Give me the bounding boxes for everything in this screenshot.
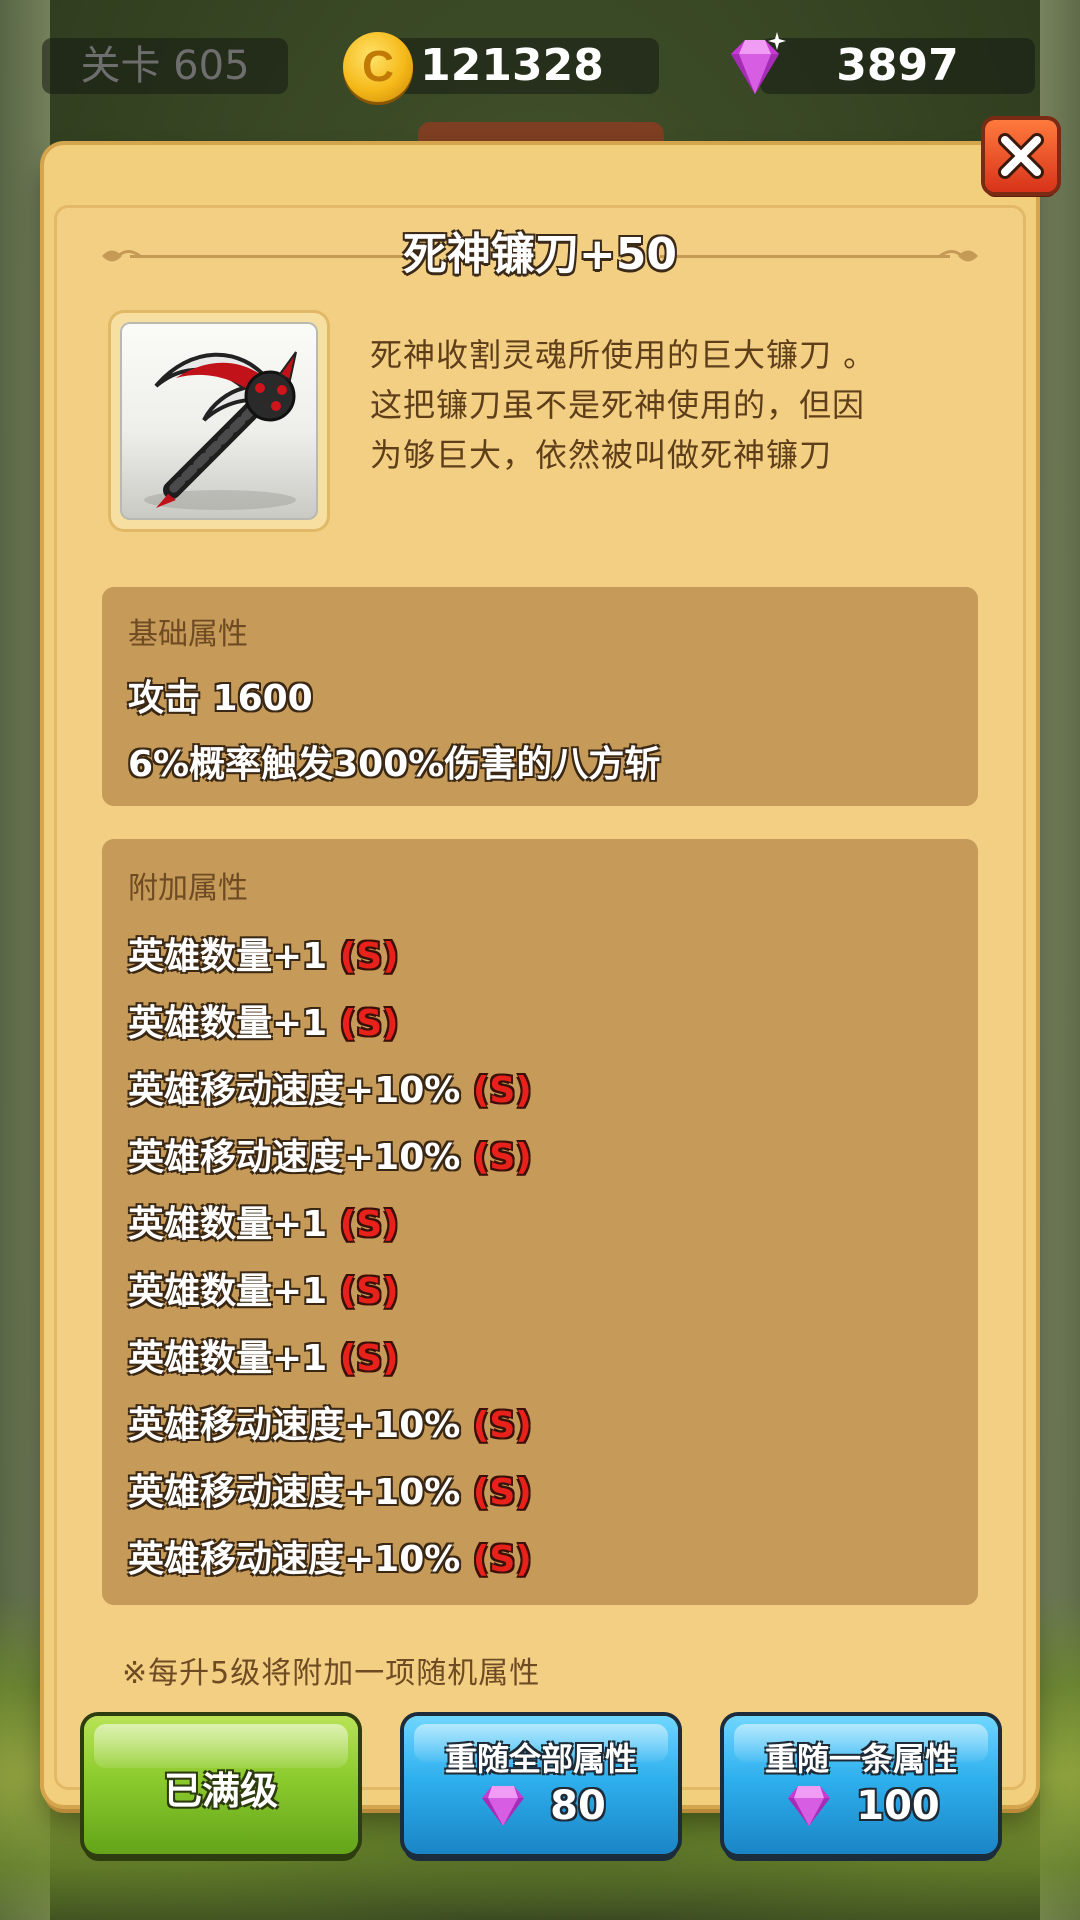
extra-stat-text: 英雄数量+1 — [128, 1204, 328, 1245]
reroll-one-cost: 100 — [724, 1782, 998, 1838]
extra-stat-text: 英雄数量+1 — [128, 936, 328, 977]
reroll-all-cost-value: 80 — [550, 1783, 606, 1829]
extra-attributes-label: 附加属性 — [128, 871, 248, 906]
gem-icon — [482, 1786, 525, 1826]
max-level-button[interactable]: 已满级 — [84, 1716, 358, 1854]
extra-stat-text: 英雄移动速度+10% — [128, 1405, 461, 1446]
grade-badge: (S) — [339, 936, 399, 977]
grade-badge: (S) — [472, 1539, 532, 1580]
reroll-one-cost-value: 100 — [856, 1783, 940, 1829]
extra-stat-row: 英雄移动速度+10% (S) — [128, 1396, 532, 1448]
extra-attributes-box: 附加属性 英雄数量+1 (S) 英雄数量+1 (S) 英雄移动速度+10% (S… — [102, 839, 978, 1605]
close-button[interactable] — [985, 120, 1057, 192]
extra-stat-text: 英雄移动速度+10% — [128, 1137, 461, 1178]
upgrade-note: ※每升5级将附加一项随机属性 — [122, 1656, 541, 1691]
base-attributes-box: 基础属性 攻击 1600 6%概率触发300%伤害的八方斩 — [102, 587, 978, 806]
item-title-row: 死神镰刀+50 — [100, 225, 980, 285]
coin-icon: C — [343, 32, 413, 102]
grade-badge: (S) — [472, 1137, 532, 1178]
item-icon-frame — [108, 310, 330, 532]
grade-badge: (S) — [339, 1271, 399, 1312]
base-stat-attack: 攻击 1600 — [128, 678, 313, 719]
grade-badge: (S) — [472, 1472, 532, 1513]
extra-stat-row: 英雄数量+1 (S) — [128, 1329, 399, 1381]
item-description: 死神收割灵魂所使用的巨大镰刀 。 这把镰刀虽不是死神使用的，但因 为够巨大，依然… — [370, 330, 990, 480]
grade-badge: (S) — [339, 1338, 399, 1379]
grade-badge: (S) — [339, 1003, 399, 1044]
reroll-one-label: 重随一条属性 — [764, 1740, 957, 1778]
reroll-all-cost: 80 — [404, 1782, 678, 1838]
level-indicator: 关卡 605 — [42, 38, 288, 94]
extra-stat-row: 英雄数量+1 (S) — [128, 927, 399, 979]
gem-icon — [731, 32, 786, 94]
extra-stat-row: 英雄数量+1 (S) — [128, 1262, 399, 1314]
gem-icon — [788, 1786, 831, 1826]
reroll-all-label: 重随全部属性 — [444, 1740, 637, 1778]
close-icon — [998, 133, 1044, 179]
extra-stat-row: 英雄移动速度+10% (S) — [128, 1530, 532, 1582]
scythe-icon — [144, 351, 297, 510]
reroll-one-button[interactable]: 重随一条属性 100 — [724, 1716, 998, 1854]
grade-badge: (S) — [472, 1070, 532, 1111]
grade-badge: (S) — [472, 1405, 532, 1446]
max-level-label: 已满级 — [163, 1769, 278, 1813]
extra-stat-text: 英雄移动速度+10% — [128, 1070, 461, 1111]
grade-badge: (S) — [339, 1204, 399, 1245]
base-stat-skill: 6%概率触发300%伤害的八方斩 — [128, 744, 661, 785]
extra-stat-row: 英雄移动速度+10% (S) — [128, 1463, 532, 1515]
gem-counter: 3897 — [760, 38, 1035, 94]
extra-stat-text: 英雄移动速度+10% — [128, 1539, 461, 1580]
description-line: 为够巨大，依然被叫做死神镰刀 — [370, 436, 833, 474]
item-title: 死神镰刀+50 — [402, 229, 678, 280]
extra-stat-row: 英雄移动速度+10% (S) — [128, 1061, 532, 1113]
extra-stat-text: 英雄数量+1 — [128, 1003, 328, 1044]
description-line: 这把镰刀虽不是死神使用的，但因 — [370, 386, 866, 424]
extra-stat-text: 英雄数量+1 — [128, 1271, 328, 1312]
extra-stat-row: 英雄数量+1 (S) — [128, 1195, 399, 1247]
resource-bar: 关卡 605 121328 C 3897 — [0, 32, 1080, 102]
description-line: 死神收割灵魂所使用的巨大镰刀 。 — [370, 336, 877, 374]
reroll-all-button[interactable]: 重随全部属性 80 — [404, 1716, 678, 1854]
base-attributes-label: 基础属性 — [128, 617, 248, 652]
extra-stat-row: 英雄移动速度+10% (S) — [128, 1128, 532, 1180]
extra-stat-text: 英雄移动速度+10% — [128, 1472, 461, 1513]
extra-stat-row: 英雄数量+1 (S) — [128, 994, 399, 1046]
extra-stat-text: 英雄数量+1 — [128, 1338, 328, 1379]
